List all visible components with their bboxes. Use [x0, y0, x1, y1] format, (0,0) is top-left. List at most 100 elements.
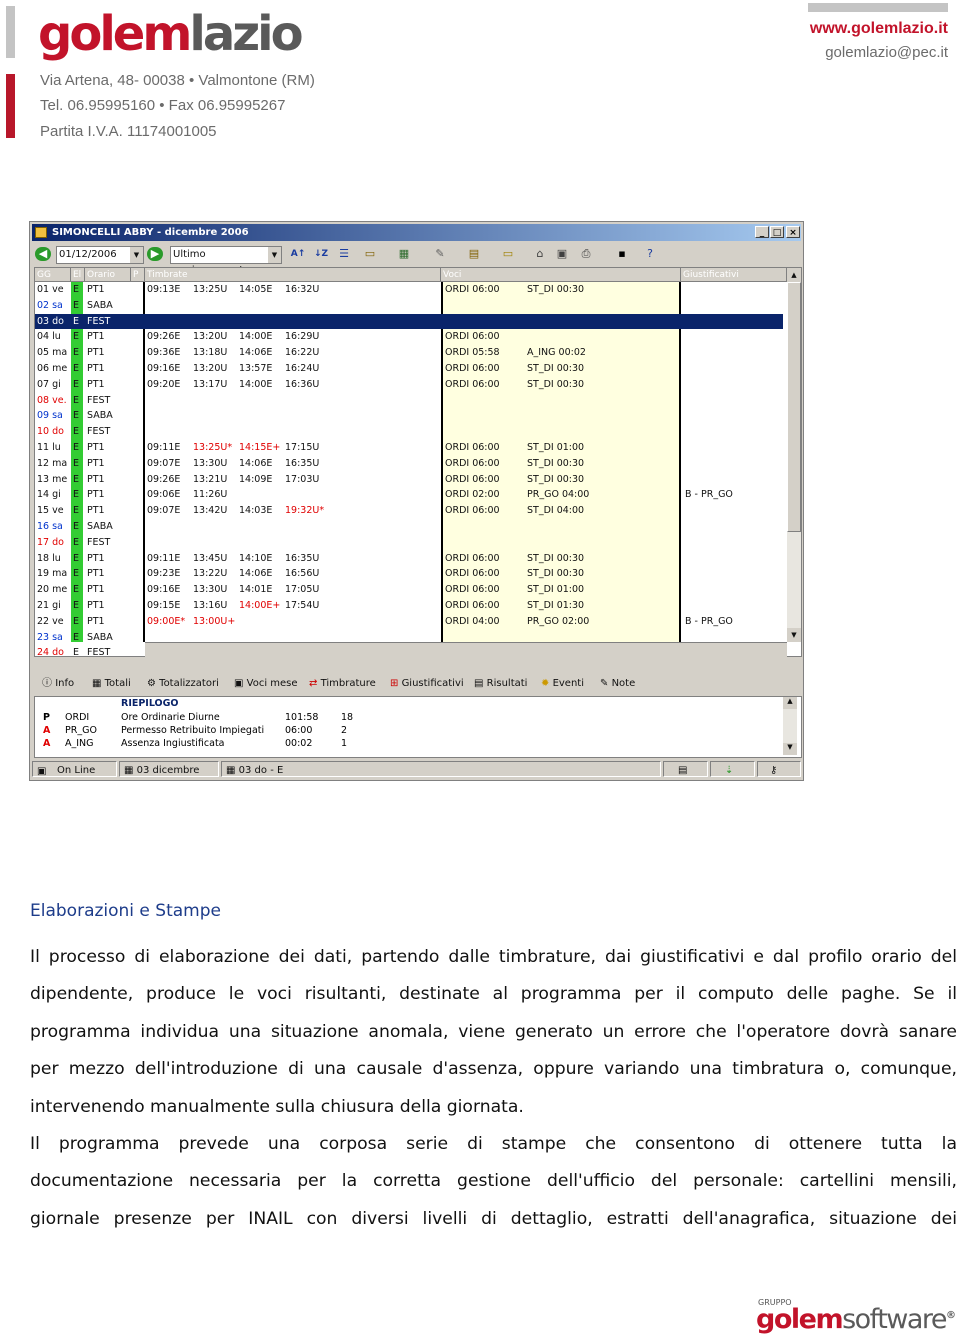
table-row[interactable]: 15 ve E PT1 09:07E 13:42U 14:03E 19:32U* ORDI 0…: [35, 503, 783, 519]
cell-el: E: [73, 299, 80, 311]
cell-t: 14:00E: [239, 378, 273, 390]
header-red-bar: [6, 74, 15, 138]
table-row[interactable]: 09 sa E SABA: [35, 408, 783, 424]
folder-open-icon[interactable]: ▭: [500, 247, 516, 261]
events-icon: ✹: [541, 678, 553, 689]
table-row[interactable]: 14 gi E PT1 09:06E 11:26U ORDI 02:00 PR_GO 04:…: [35, 487, 783, 503]
tools-icon[interactable]: ✎: [432, 247, 448, 261]
next-icon[interactable]: ▶: [147, 247, 163, 261]
help-icon[interactable]: ?: [642, 247, 658, 261]
table-row[interactable]: 08 ve. E FEST: [35, 393, 783, 409]
cell-el: E: [73, 584, 80, 596]
scroll-down-icon[interactable]: ▼: [787, 628, 801, 642]
summary-row[interactable]: A PR_GO Permesso Retribuito Impiegati 06:00…: [35, 724, 775, 737]
cell-t: 09:36E: [147, 347, 181, 359]
tab-giustificativi[interactable]: ⊞ Giustificativi: [390, 674, 464, 693]
table-row[interactable]: 22 ve E PT1 09:00E* 13:00U+ ORDI 04:00 PR_GO 0…: [35, 614, 783, 630]
print-preview-icon[interactable]: ▣: [554, 247, 570, 261]
col-header-orario[interactable]: Orario: [85, 268, 131, 282]
cell-t: 13:18U: [193, 347, 228, 359]
cell-gg: 18 lu: [37, 552, 61, 564]
cell-el: E: [73, 631, 80, 643]
col-header-voci[interactable]: Voci: [441, 268, 681, 282]
tab-eventi[interactable]: ✹ Eventi: [541, 674, 584, 693]
col-header-el[interactable]: El: [71, 268, 85, 282]
table-row[interactable]: 10 do E FEST: [35, 424, 783, 440]
cell-orario: PT1: [87, 284, 105, 295]
cell-orario: SABA: [87, 299, 113, 311]
table-row[interactable]: 01 ve E PT1 09:13E 13:25U 14:05E 16:32U ORDI 06…: [35, 282, 783, 298]
cell-t: 09:15E: [147, 600, 181, 611]
table-row[interactable]: 16 sa E SABA: [35, 519, 783, 535]
email-link[interactable]: golemlazio@pec.it: [825, 44, 948, 61]
sort-desc-icon[interactable]: ↓Z: [313, 247, 329, 261]
tab-risultati[interactable]: ▤ Risultati: [474, 674, 527, 693]
table-row[interactable]: 06 me E PT1 09:16E 13:20U 13:57E 16:24U ORDI 06…: [35, 361, 783, 377]
info-icon: ⓘ: [42, 678, 56, 689]
table-row[interactable]: 05 ma E PT1 09:36E 13:18U 14:06E 16:22U ORDI 05…: [35, 345, 783, 361]
sort-asc-icon[interactable]: A↑: [290, 247, 306, 261]
minimize-button[interactable]: _: [755, 226, 769, 238]
summary-row[interactable]: P ORDI Ore Ordinarie Diurne 101:58 18: [35, 711, 775, 724]
table-row[interactable]: 12 ma E PT1 09:07E 13:30U 14:06E 16:35U ORDI 06…: [35, 456, 783, 472]
table-row[interactable]: 24 do E FEST: [35, 645, 783, 661]
cell-orario: PT1: [87, 347, 105, 359]
tab-totalizzatori[interactable]: ⚙ Totalizzatori: [147, 674, 219, 693]
scroll-thumb[interactable]: [787, 282, 801, 532]
scroll-down-icon[interactable]: ▼: [783, 743, 797, 755]
folder-icon[interactable]: ▭: [362, 247, 378, 261]
save-icon[interactable]: ▪: [614, 247, 630, 261]
table-row[interactable]: 17 do E FEST: [35, 535, 783, 551]
golemsoftware-logo: GRUPPO golemsoftware®: [756, 1298, 956, 1335]
text-line: Il processo di elaborazione dei dati, pa…: [30, 947, 957, 967]
table-row[interactable]: 13 me E PT1 09:26E 13:21U 14:09E 17:03U ORDI 06…: [35, 472, 783, 488]
col-header-giustificativi[interactable]: Giustificativi: [681, 268, 787, 282]
summary-row[interactable]: A A_ING Assenza Ingiustificata 00:02 1: [35, 737, 775, 750]
website-link[interactable]: www.golemlazio.it: [810, 20, 948, 38]
export-icon[interactable]: ▤: [466, 247, 482, 261]
paragraph-2: Il programma prevede una corposa serie d…: [30, 1126, 957, 1238]
chevron-down-icon[interactable]: ▼: [268, 247, 281, 263]
table-row[interactable]: 18 lu E PT1 09:11E 13:45U 14:10E 16:35U ORDI 06…: [35, 551, 783, 567]
table-row[interactable]: 03 do E FEST: [35, 313, 783, 330]
tab-note[interactable]: ✎ Note: [600, 674, 635, 693]
summary-scrollbar[interactable]: ▲ ▼: [783, 697, 797, 755]
cell-t: 17:15U: [285, 442, 320, 453]
tab-timbrature[interactable]: ⇄ Timbrature: [309, 674, 376, 693]
cell-t: 09:11E: [147, 442, 181, 453]
chevron-down-icon[interactable]: ▼: [130, 247, 143, 263]
table-row[interactable]: 19 ma E PT1 09:23E 13:22U 14:06E 16:56U ORDI 06…: [35, 566, 783, 582]
cell-t: 14:05E: [239, 284, 273, 295]
date-input[interactable]: 01/12/2006 ▼: [56, 246, 144, 264]
vertical-scrollbar[interactable]: ▲ ▼: [787, 268, 801, 642]
close-button[interactable]: ×: [786, 226, 800, 238]
calculator-icon[interactable]: ▦: [396, 247, 412, 261]
scroll-up-icon[interactable]: ▲: [787, 268, 801, 282]
list-icon[interactable]: ☰: [336, 247, 352, 261]
tab-voci-mese[interactable]: ▣ Voci mese: [234, 674, 298, 693]
print-icon[interactable]: ⎙: [578, 247, 594, 261]
totals-icon: ▦: [92, 678, 105, 689]
maximize-button[interactable]: □: [770, 226, 784, 238]
col-header-timbrate[interactable]: Timbrate: [145, 268, 441, 282]
tab-totali[interactable]: ▦ Totali: [92, 674, 131, 693]
table-row[interactable]: 02 sa E SABA: [35, 298, 783, 314]
table-row[interactable]: 23 sa E SABA: [35, 630, 783, 646]
cell-orario: PT1: [87, 457, 105, 469]
cell-t: 09:26E: [147, 473, 181, 485]
scroll-up-icon[interactable]: ▲: [783, 697, 797, 709]
cell-t: 16:29U: [285, 331, 320, 343]
table-row[interactable]: 11 lu E PT1 09:11E 13:25U* 14:15E+ 17:15U ORDI …: [35, 440, 783, 456]
table-row[interactable]: 07 gi E PT1 09:20E 13:17U 14:00E 16:36U ORDI 06…: [35, 377, 783, 393]
col-header-gg[interactable]: GG: [35, 268, 71, 282]
crane-icon[interactable]: ⌂: [532, 247, 548, 261]
tab-info[interactable]: ⓘ Info: [42, 674, 74, 693]
col-header-p[interactable]: P: [131, 268, 145, 282]
table-row[interactable]: 20 me E PT1 09:16E 13:30U 14:01E 17:05U ORDI 06…: [35, 582, 783, 598]
cell-t: 16:35U: [285, 457, 320, 469]
table-row[interactable]: 04 lu E PT1 09:26E 13:20U 14:00E 16:29U ORDI 06…: [35, 329, 783, 345]
prev-icon[interactable]: ◀: [35, 247, 51, 261]
cell-gg: 13 me: [37, 473, 68, 485]
table-row[interactable]: 21 gi E PT1 09:15E 13:16U 14:00E+ 17:54U ORDI 0…: [35, 598, 783, 614]
view-select[interactable]: Ultimo aggiornamento▼: [170, 246, 282, 276]
